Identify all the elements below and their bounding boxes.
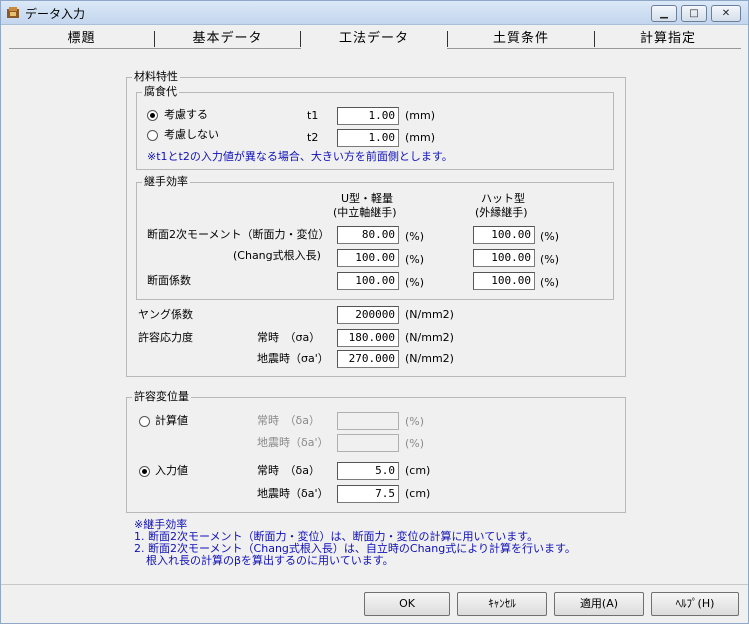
t1-label: t1: [307, 109, 319, 122]
row1-col2-field[interactable]: 100.00: [473, 226, 535, 244]
col2-header-line1: ハット型: [481, 192, 525, 205]
input-quake-unit: (cm): [405, 487, 431, 500]
tab-method-data[interactable]: 工法データ: [301, 28, 447, 49]
stress-normal-unit: (N/mm2): [405, 331, 454, 344]
note-line-3: 根入れ長の計算のβを算出するのに用いています。: [146, 554, 394, 567]
close-icon: ✕: [721, 8, 731, 19]
t2-label: t2: [307, 131, 319, 144]
stress-quake-unit: (N/mm2): [405, 352, 454, 365]
calc-quake-unit: (%): [405, 437, 425, 450]
calc-normal-label: 常時 （δa）: [257, 414, 320, 427]
stress-normal-label: 常時 （σa）: [257, 331, 321, 344]
row2-col2-field[interactable]: 100.00: [473, 249, 535, 267]
corrosion-note: ※t1とt2の入力値が異なる場合、大きい方を前面側とします。: [147, 150, 453, 163]
t2-field[interactable]: 1.00: [337, 129, 399, 147]
not-consider-label: 考慮しない: [164, 128, 219, 141]
row1-col1-unit: (%): [405, 230, 425, 243]
col2-header-line2: (外縁継手): [475, 206, 528, 219]
input-normal-field[interactable]: 5.0: [337, 462, 399, 480]
close-button[interactable]: ✕: [711, 5, 741, 22]
input-normal-label: 常時 （δa）: [257, 464, 320, 477]
not-consider-radio[interactable]: [147, 130, 158, 141]
tab-basic-data[interactable]: 基本データ: [155, 28, 300, 49]
row3-col2-unit: (%): [540, 276, 560, 289]
young-unit: (N/mm2): [405, 308, 454, 321]
tab-bar: 標題 基本データ 工法データ 土質条件 計算指定: [9, 28, 741, 49]
displacement-group-title: 許容変位量: [132, 390, 191, 403]
input-quake-label: 地震時（δa'）: [257, 487, 329, 500]
allow-stress-label: 許容応力度: [138, 331, 193, 344]
row1-label: 断面2次モーメント（断面力・変位）: [147, 228, 330, 241]
footer-divider: [1, 584, 748, 585]
stress-normal-field[interactable]: 180.000: [337, 329, 399, 347]
row3-col2-field[interactable]: 100.00: [473, 272, 535, 290]
row2-col2-unit: (%): [540, 253, 560, 266]
window-title: データ入力: [25, 7, 86, 21]
row2-col1-field[interactable]: 100.00: [337, 249, 399, 267]
consider-label: 考慮する: [164, 108, 208, 121]
row2-col1-unit: (%): [405, 253, 425, 266]
cancel-button[interactable]: ｷｬﾝｾﾙ: [457, 592, 547, 616]
t2-unit: (mm): [405, 131, 436, 144]
help-button[interactable]: ﾍﾙﾌﾟ(H): [651, 592, 739, 616]
calc-value-label: 計算値: [155, 414, 188, 427]
stress-quake-field[interactable]: 270.000: [337, 350, 399, 368]
young-label: ヤング係数: [138, 308, 193, 321]
input-value-label: 入力値: [155, 464, 188, 477]
col1-header-line2: (中立軸継手): [333, 206, 397, 219]
tab-soil-conditions[interactable]: 土質条件: [448, 28, 594, 49]
calc-value-radio[interactable]: [139, 416, 150, 427]
row1-col2-unit: (%): [540, 230, 560, 243]
app-icon: [7, 7, 19, 18]
corrosion-group-title: 腐食代: [142, 85, 179, 98]
row3-col1-field[interactable]: 100.00: [337, 272, 399, 290]
calc-quake-label: 地震時（δa'）: [257, 436, 329, 449]
tab-calc-settings[interactable]: 計算指定: [595, 28, 741, 49]
minimize-icon: ▁: [660, 8, 668, 19]
apply-button[interactable]: 適用(A): [554, 592, 644, 616]
title-bar: データ入力 ▁ □ ✕: [1, 1, 748, 25]
calc-normal-unit: (%): [405, 415, 425, 428]
input-quake-field[interactable]: 7.5: [337, 485, 399, 503]
t1-unit: (mm): [405, 109, 436, 122]
joint-group-title: 継手効率: [142, 175, 190, 188]
tab-title[interactable]: 標題: [9, 28, 154, 49]
t1-field[interactable]: 1.00: [337, 107, 399, 125]
col1-header-line1: U型・軽量: [341, 192, 394, 205]
calc-quake-field: [337, 434, 399, 452]
stress-quake-label: 地震時（σa'）: [257, 352, 329, 365]
material-group-title: 材料特性: [132, 70, 180, 83]
row2-label: (Chang式根入長): [233, 249, 321, 262]
row1-col1-field[interactable]: 80.00: [337, 226, 399, 244]
calc-normal-field: [337, 412, 399, 430]
input-normal-unit: (cm): [405, 464, 431, 477]
dialog-window: データ入力 ▁ □ ✕ 標題 基本データ 工法データ 土質条件 計算指定 材料特…: [0, 0, 749, 624]
maximize-button[interactable]: □: [681, 5, 707, 22]
consider-radio[interactable]: [147, 110, 158, 121]
row3-col1-unit: (%): [405, 276, 425, 289]
input-value-radio[interactable]: [139, 466, 150, 477]
maximize-icon: □: [689, 8, 699, 19]
row3-label: 断面係数: [147, 274, 191, 287]
minimize-button[interactable]: ▁: [651, 5, 677, 22]
young-field[interactable]: 200000: [337, 306, 399, 324]
ok-button[interactable]: OK: [364, 592, 450, 616]
